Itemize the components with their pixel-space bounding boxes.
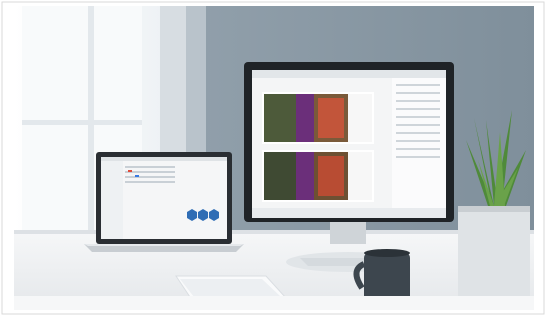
brochure-bottom: [262, 150, 374, 202]
laptop: [84, 152, 244, 252]
desk-scene-photo: [0, 0, 546, 316]
photo-frame: [0, 0, 546, 316]
desk-front-edge: [14, 296, 534, 310]
brochure-top: [262, 92, 374, 144]
